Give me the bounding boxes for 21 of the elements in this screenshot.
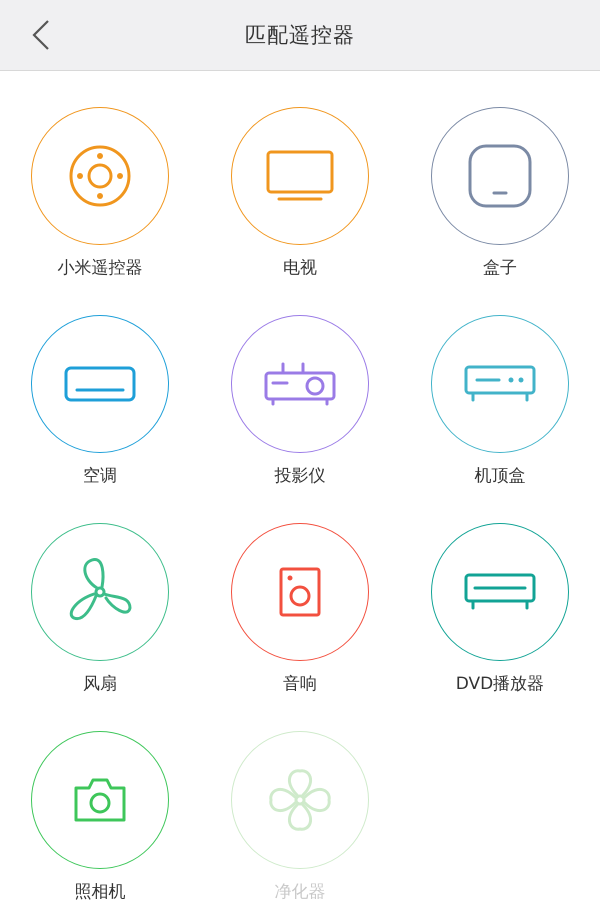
device-label: 小米遥控器 — [58, 257, 142, 279]
device-label: 机顶盒 — [474, 465, 526, 487]
dvd-player-icon — [463, 572, 537, 612]
flower-icon — [267, 767, 333, 833]
device-label: 音响 — [283, 673, 317, 695]
dpad-icon — [68, 144, 132, 208]
device-label: 空调 — [83, 465, 117, 487]
device-label: 风扇 — [83, 673, 117, 695]
device-label: 照相机 — [74, 881, 126, 903]
device-label: 投影仪 — [274, 465, 326, 487]
box-icon — [467, 143, 533, 209]
projector-icon — [263, 361, 337, 407]
page-title: 匹配遥控器 — [245, 22, 355, 49]
tv-icon — [265, 149, 335, 203]
device-label: 盒子 — [483, 257, 517, 279]
back-icon — [32, 19, 50, 51]
set-top-box-icon — [463, 364, 537, 404]
speaker-icon — [278, 566, 322, 618]
air-conditioner-icon — [63, 365, 137, 403]
device-label: DVD播放器 — [456, 673, 544, 695]
device-label: 电视 — [283, 257, 317, 279]
